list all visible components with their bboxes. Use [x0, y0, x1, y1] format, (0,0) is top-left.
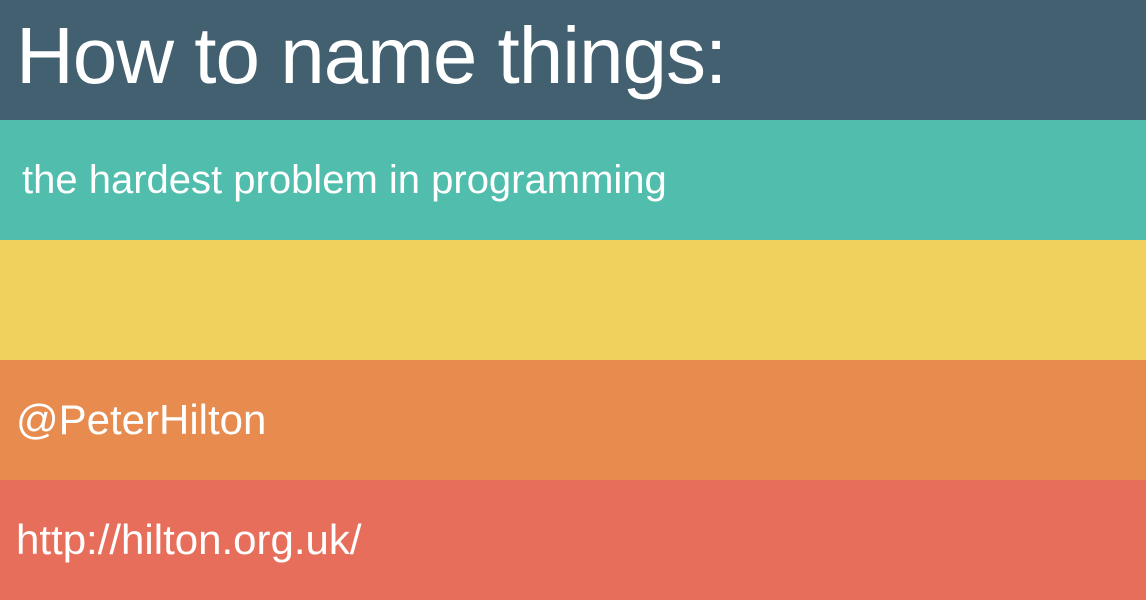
website-url: http://hilton.org.uk/ — [16, 516, 362, 563]
slide-title: How to name things: — [16, 11, 727, 100]
title-slide: How to name things: the hardest problem … — [0, 0, 1146, 600]
empty-band — [0, 240, 1146, 360]
handle-band: @PeterHilton — [0, 360, 1146, 480]
url-band: http://hilton.org.uk/ — [0, 480, 1146, 600]
twitter-handle: @PeterHilton — [16, 396, 267, 443]
title-band: How to name things: — [0, 0, 1146, 120]
slide-subtitle: the hardest problem in programming — [22, 158, 667, 202]
subtitle-band: the hardest problem in programming — [0, 120, 1146, 240]
